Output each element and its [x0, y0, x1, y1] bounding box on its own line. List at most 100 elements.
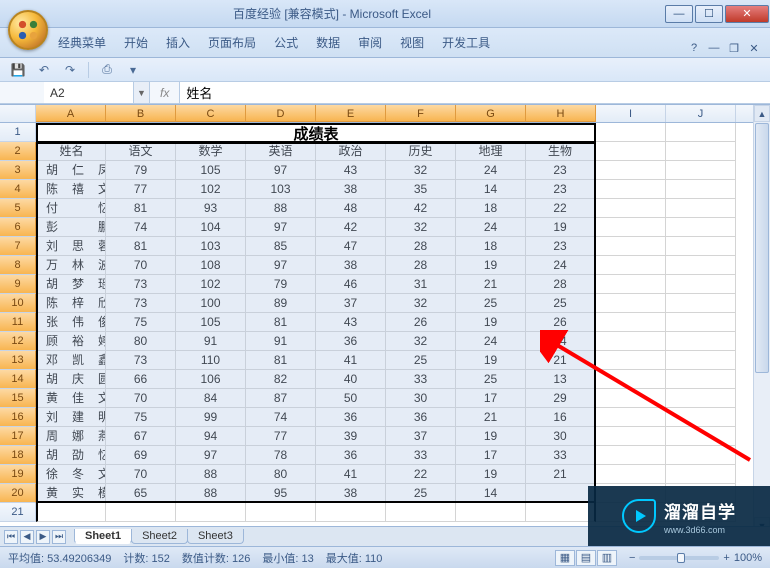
cell[interactable] — [176, 503, 246, 522]
sheet-tab[interactable]: Sheet1 — [74, 529, 132, 544]
cell[interactable] — [666, 351, 736, 370]
row-header[interactable]: 14 — [0, 370, 36, 389]
cell[interactable]: 29 — [526, 389, 596, 408]
table-header-cell[interactable]: 数学 — [176, 142, 246, 161]
row-header[interactable]: 3 — [0, 161, 36, 180]
cell[interactable] — [596, 408, 666, 427]
print-icon[interactable]: ⎙ — [99, 62, 115, 78]
cell[interactable]: 35 — [386, 180, 456, 199]
cell[interactable] — [666, 142, 736, 161]
table-header-cell[interactable]: 英语 — [246, 142, 316, 161]
sheet-tab[interactable]: Sheet2 — [131, 529, 188, 544]
table-header-cell[interactable]: 语文 — [106, 142, 176, 161]
cell[interactable] — [456, 503, 526, 522]
cell[interactable]: 87 — [246, 389, 316, 408]
ribbon-tab[interactable]: 开发工具 — [440, 32, 492, 53]
cell[interactable]: 周 娜 燕 — [36, 427, 106, 446]
cell[interactable]: 89 — [246, 294, 316, 313]
page-break-view-icon[interactable]: ▥ — [597, 550, 617, 566]
zoom-thumb[interactable] — [677, 553, 685, 563]
cell[interactable]: 75 — [106, 408, 176, 427]
vertical-scrollbar[interactable]: ▲ ▼ — [753, 105, 770, 534]
cell[interactable]: 37 — [316, 294, 386, 313]
cell[interactable]: 77 — [106, 180, 176, 199]
cell[interactable] — [596, 313, 666, 332]
cell[interactable]: 付 忆 — [36, 199, 106, 218]
cell[interactable]: 79 — [246, 275, 316, 294]
row-header[interactable]: 16 — [0, 408, 36, 427]
cell[interactable]: 18 — [456, 199, 526, 218]
cell[interactable] — [596, 218, 666, 237]
zoom-out-icon[interactable]: − — [629, 552, 635, 564]
cell[interactable]: 78 — [246, 446, 316, 465]
cell[interactable]: 81 — [106, 237, 176, 256]
maximize-button[interactable]: ☐ — [695, 5, 723, 23]
cell[interactable]: 84 — [176, 389, 246, 408]
cell[interactable]: 32 — [386, 161, 456, 180]
cell[interactable]: 38 — [316, 256, 386, 275]
cell[interactable]: 19 — [456, 351, 526, 370]
cell[interactable] — [666, 199, 736, 218]
cell[interactable]: 19 — [456, 313, 526, 332]
cell[interactable]: 19 — [456, 256, 526, 275]
undo-icon[interactable]: ↶ — [36, 62, 52, 78]
cell[interactable] — [596, 389, 666, 408]
cell[interactable]: 36 — [316, 408, 386, 427]
row-header[interactable]: 11 — [0, 313, 36, 332]
cell[interactable]: 胡 劭 忆 — [36, 446, 106, 465]
cell[interactable]: 刘 思 蓉 — [36, 237, 106, 256]
cell[interactable]: 97 — [246, 218, 316, 237]
cell[interactable] — [596, 370, 666, 389]
cell[interactable] — [316, 503, 386, 522]
cell[interactable]: 23 — [526, 161, 596, 180]
row-header[interactable]: 21 — [0, 503, 36, 522]
cell[interactable]: 88 — [176, 484, 246, 503]
cell[interactable]: 105 — [176, 161, 246, 180]
cell[interactable] — [596, 237, 666, 256]
cell[interactable] — [666, 180, 736, 199]
cell[interactable]: 31 — [386, 275, 456, 294]
fx-icon[interactable]: fx — [156, 86, 173, 100]
cell[interactable]: 24 — [456, 218, 526, 237]
cell[interactable]: 22 — [386, 465, 456, 484]
cell[interactable]: 43 — [316, 313, 386, 332]
cell[interactable]: 邓 凯 鑫 — [36, 351, 106, 370]
doc-restore-button[interactable]: ❐ — [726, 42, 742, 55]
cell[interactable]: 陈 梓 欣 — [36, 294, 106, 313]
cell[interactable]: 106 — [176, 370, 246, 389]
cell[interactable]: 24 — [456, 161, 526, 180]
cell[interactable] — [596, 351, 666, 370]
cell[interactable]: 48 — [316, 199, 386, 218]
zoom-slider[interactable] — [639, 556, 719, 560]
cell[interactable]: 22 — [526, 199, 596, 218]
cell[interactable]: 42 — [386, 199, 456, 218]
sheet-prev-icon[interactable]: ◀ — [20, 530, 34, 544]
cell[interactable]: 19 — [526, 218, 596, 237]
cell[interactable]: 30 — [526, 427, 596, 446]
cell[interactable]: 70 — [106, 256, 176, 275]
sheet-first-icon[interactable]: ⏮ — [4, 530, 18, 544]
cell[interactable]: 102 — [176, 275, 246, 294]
cell[interactable]: 24 — [526, 332, 596, 351]
cell[interactable] — [666, 275, 736, 294]
cell[interactable]: 胡 梦 瑶 — [36, 275, 106, 294]
cell[interactable]: 36 — [386, 408, 456, 427]
cell[interactable]: 108 — [176, 256, 246, 275]
cell[interactable] — [526, 484, 596, 503]
ribbon-tab[interactable]: 开始 — [122, 32, 150, 53]
cell[interactable]: 70 — [106, 465, 176, 484]
cell[interactable]: 75 — [106, 313, 176, 332]
cell[interactable]: 21 — [456, 408, 526, 427]
cell[interactable]: 张 伟 俊 — [36, 313, 106, 332]
cell[interactable]: 14 — [456, 180, 526, 199]
cell[interactable]: 21 — [526, 465, 596, 484]
column-header[interactable]: J — [666, 105, 736, 122]
cell[interactable] — [246, 503, 316, 522]
spreadsheet-grid[interactable]: ABCDEFGHIJ 1成绩表2姓名语文数学英语政治历史地理生物3胡 仁 凤79… — [0, 104, 770, 534]
ribbon-tab[interactable]: 页面布局 — [206, 32, 258, 53]
cell[interactable]: 99 — [176, 408, 246, 427]
cell[interactable] — [596, 256, 666, 275]
cell[interactable]: 24 — [456, 332, 526, 351]
row-header[interactable]: 12 — [0, 332, 36, 351]
cell[interactable]: 33 — [526, 446, 596, 465]
